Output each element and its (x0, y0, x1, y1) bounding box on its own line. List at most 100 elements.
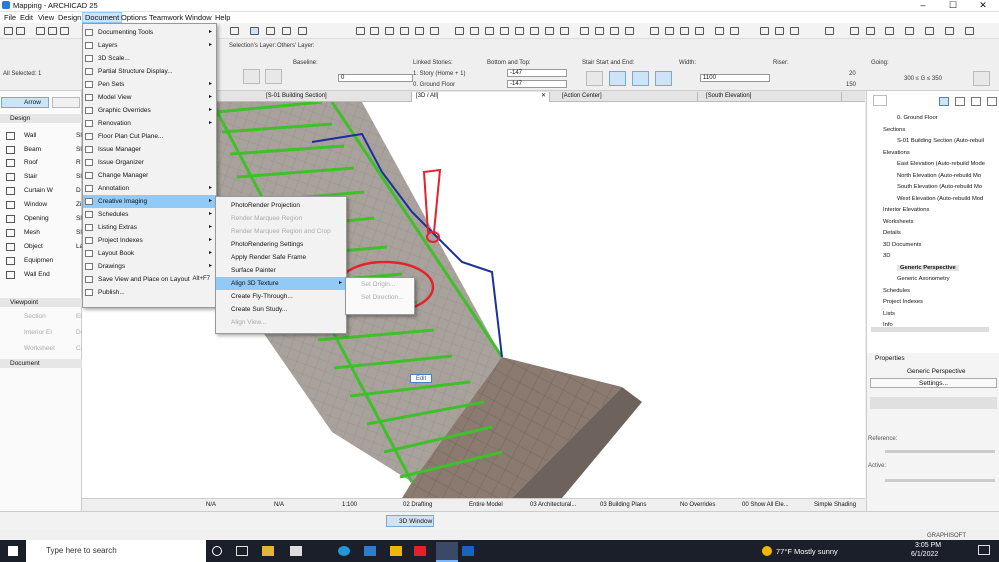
clock-date[interactable]: 6/1/2022 (911, 551, 938, 558)
navigator-item-3d[interactable]: 3D (883, 253, 890, 259)
stair-tool[interactable]: Stair (24, 173, 37, 180)
offset-icon[interactable] (760, 27, 769, 35)
beams-icon[interactable] (415, 27, 424, 35)
windows-start-icon[interactable] (8, 546, 18, 556)
pencil-icon[interactable] (60, 27, 69, 35)
group-icon[interactable] (595, 27, 604, 35)
document-menu-item-schedules[interactable]: Schedules ▸ (83, 208, 216, 221)
roof-icon[interactable] (455, 27, 464, 35)
mail-icon[interactable] (364, 546, 376, 556)
document-menu-item-listing-extras[interactable]: Listing Extras ▸ (83, 221, 216, 234)
taskbar-search[interactable]: Type here to search (26, 540, 206, 562)
stretch-icon[interactable] (775, 27, 784, 35)
menu-file[interactable]: File (4, 13, 16, 22)
story-top-value[interactable]: 1. Story (Home + 1) (413, 71, 466, 77)
minimize-button[interactable]: – (908, 0, 938, 12)
tool-column-b-item[interactable]: D (76, 187, 81, 194)
edge-icon[interactable] (338, 546, 350, 556)
creative-item-photorendering-settings[interactable]: PhotoRendering Settings (216, 238, 346, 251)
document-menu-item-model-view[interactable]: Model View ▸ (83, 91, 216, 104)
mvo-field[interactable]: 03 Architectural... (530, 502, 576, 508)
roof-tool[interactable]: Roof (24, 159, 38, 166)
publisher-icon[interactable] (905, 27, 914, 35)
section-tool[interactable]: Section (24, 313, 46, 320)
orbit-icon[interactable] (298, 27, 307, 35)
document-section-header[interactable]: Document (0, 359, 82, 368)
clock-time[interactable]: 3:05 PM (915, 542, 941, 549)
layer-combo-field[interactable]: 02 Drafting (403, 502, 432, 508)
creative-item-apply-render-safe-frame[interactable]: Apply Render Safe Frame (216, 251, 346, 264)
weather-text[interactable]: 77°F Mostly sunny (776, 547, 838, 556)
task-view-icon[interactable] (236, 546, 248, 556)
door-icon[interactable] (530, 27, 539, 35)
curtain-w-tool[interactable]: Curtain W (24, 187, 53, 194)
document-menu-item-3d-scale[interactable]: 3D Scale... (83, 52, 216, 65)
menu-teamwork[interactable]: Teamwork (149, 13, 183, 22)
sticky-icon[interactable] (390, 546, 402, 556)
store-icon[interactable] (290, 546, 302, 556)
floor-plan-icon[interactable] (266, 27, 275, 35)
view-map-icon[interactable] (955, 97, 965, 106)
object-tool[interactable]: Object (24, 243, 43, 250)
document-menu-item-drawings[interactable]: Drawings ▸ (83, 260, 216, 273)
navigator-item-elevations[interactable]: Elevations (883, 150, 910, 156)
navigator-item-generic-axonometry[interactable]: Generic Axonometry (897, 276, 950, 282)
navigator-item-project-indexes[interactable]: Project Indexes (883, 299, 923, 305)
start-option-2[interactable] (609, 71, 626, 86)
navigator-options-icon[interactable] (873, 95, 887, 106)
split-icon[interactable] (730, 27, 739, 35)
lock-icon[interactable] (625, 27, 634, 35)
document-menu-item-documenting-tools[interactable]: Documenting Tools ▸ (83, 26, 216, 39)
navigator-item-west-elevation-auto-rebuild-mod[interactable]: West Elevation (Auto-rebuild Mod (897, 196, 983, 202)
project-map-icon[interactable] (939, 97, 949, 106)
menu-design[interactable]: Design (58, 13, 81, 22)
reference-slider[interactable] (885, 450, 995, 453)
document-menu-item-project-indexes[interactable]: Project Indexes ▸ (83, 234, 216, 247)
navigator-item-worksheets[interactable]: Worksheets (883, 219, 914, 225)
document-menu-item-save-view-and-place-on-layout[interactable]: Save View and Place on Layout Alt+F7 (83, 273, 216, 286)
set-origin-item[interactable]: Set Origin... (346, 278, 416, 291)
tab-south-elevation[interactable]: [South Elevation] (702, 92, 842, 102)
organizer-icon[interactable] (885, 27, 894, 35)
document-menu-item-creative-imaging[interactable]: Creative Imaging ▸ (83, 195, 216, 208)
pen-set-field[interactable]: 03 Building Plans (600, 502, 646, 508)
file-explorer-icon[interactable] (262, 546, 274, 556)
navigator-item-schedules[interactable]: Schedules (883, 288, 910, 294)
maximize-button[interactable]: ☐ (938, 0, 968, 12)
viewpoint-section-header[interactable]: Viewpoint (0, 298, 82, 307)
menu-view[interactable]: View (38, 13, 54, 22)
baseline-input[interactable]: 0 (338, 74, 413, 82)
walls-icon[interactable] (385, 27, 394, 35)
start-option-1[interactable] (586, 71, 603, 86)
redo-icon[interactable] (16, 27, 25, 35)
scale-field[interactable]: 1:100 (342, 502, 357, 508)
explode-icon[interactable] (580, 27, 589, 35)
document-menu-item-change-manager[interactable]: Change Manager (83, 169, 216, 182)
document-menu-item-layout-book[interactable]: Layout Book ▸ (83, 247, 216, 260)
navigator-scrollbar[interactable] (871, 327, 989, 332)
creative-item-create-fly-through[interactable]: Create Fly-Through... (216, 290, 346, 303)
active-slider[interactable] (885, 479, 995, 482)
columns-icon[interactable] (430, 27, 439, 35)
print-icon[interactable] (230, 27, 239, 35)
railing-icon[interactable] (485, 27, 494, 35)
creative-item-render-marquee-region[interactable]: Render Marquee Region (216, 212, 346, 225)
navigator-item-details[interactable]: Details (883, 230, 901, 236)
renovation-field[interactable]: 00 Show All Ele... (742, 502, 789, 508)
graphic-override-field[interactable]: No Overrides (680, 502, 715, 508)
document-menu-item-partial-structure-display[interactable]: Partial Structure Display... (83, 65, 216, 78)
document-menu-item-layers[interactable]: Layers ▸ (83, 39, 216, 52)
mesh-tool[interactable]: Mesh (24, 229, 40, 236)
riser-height[interactable]: 150 (846, 82, 856, 88)
tab-action-center[interactable]: [Action Center] (558, 92, 698, 102)
end-option-2[interactable] (655, 71, 672, 86)
riser-count[interactable]: 20 (849, 71, 856, 77)
archicad-taskbar-icon[interactable] (436, 542, 458, 562)
arrow-tool[interactable]: Arrow (1, 97, 49, 108)
settings-button[interactable]: Settings... (870, 378, 997, 388)
design-section-header[interactable]: Design (0, 114, 82, 123)
menu-help[interactable]: Help (215, 13, 230, 22)
document-menu-item-publish[interactable]: Publish... (83, 286, 216, 299)
document-menu-item-annotation[interactable]: Annotation ▸ (83, 182, 216, 195)
navigator-item-generic-perspective[interactable]: Generic Perspective (897, 264, 959, 271)
